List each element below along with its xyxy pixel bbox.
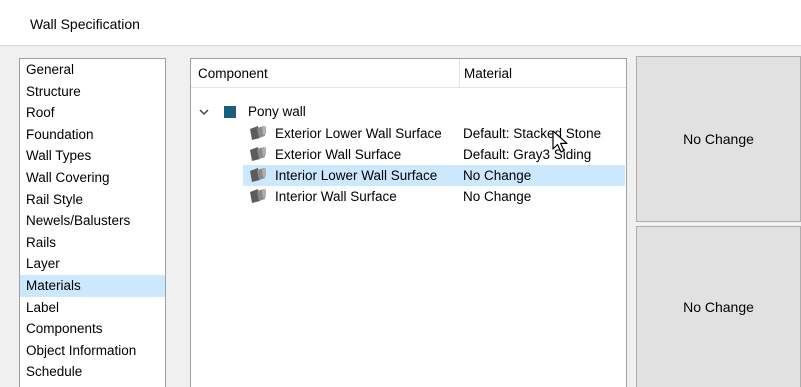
nav-item-object-information[interactable]: Object Information: [20, 340, 165, 362]
nav-item-rail-style[interactable]: Rail Style: [20, 189, 165, 211]
wall-object-icon: [224, 106, 236, 118]
material-swatch-icon: [250, 147, 266, 161]
materials-tree[interactable]: Component Material Pony wall Exterior Lo…: [190, 58, 627, 387]
nav-item-materials[interactable]: Materials: [20, 274, 165, 297]
nav-item-layer[interactable]: Layer: [20, 253, 165, 275]
column-header-component[interactable]: Component: [198, 66, 268, 81]
dialog-title-bar: Wall Specification: [0, 0, 801, 46]
column-header-material[interactable]: Material: [464, 66, 512, 81]
table-row[interactable]: Interior Wall Surface No Change: [191, 186, 626, 207]
chevron-down-icon[interactable]: [198, 106, 210, 118]
tree-root-row[interactable]: Pony wall: [191, 101, 626, 122]
tree-header: Component Material: [191, 59, 626, 88]
column-divider[interactable]: [459, 59, 460, 87]
material-swatch-icon: [250, 168, 266, 182]
material-value: No Change: [463, 168, 532, 183]
material-swatch-icon: [250, 189, 266, 203]
material-value: No Change: [463, 189, 532, 204]
nav-item-rails[interactable]: Rails: [20, 232, 165, 254]
nav-item-general[interactable]: General: [20, 59, 165, 81]
mouse-cursor-icon: [552, 130, 568, 153]
component-name: Interior Lower Wall Surface: [275, 168, 438, 183]
material-value: Default: Stacked Stone: [463, 126, 602, 141]
category-list[interactable]: General Structure Roof Foundation Wall T…: [19, 58, 166, 387]
tree-root-label: Pony wall: [248, 104, 306, 119]
nav-item-label[interactable]: Label: [20, 297, 165, 319]
nav-item-foundation[interactable]: Foundation: [20, 124, 165, 146]
nav-item-schedule[interactable]: Schedule: [20, 361, 165, 383]
nav-item-components[interactable]: Components: [20, 318, 165, 340]
component-name: Exterior Wall Surface: [275, 147, 402, 162]
component-name: Interior Wall Surface: [275, 189, 397, 204]
material-preview-label: No Change: [683, 131, 754, 147]
nav-item-wall-types[interactable]: Wall Types: [20, 145, 165, 167]
component-name: Exterior Lower Wall Surface: [275, 126, 442, 141]
material-preview-button-top[interactable]: No Change: [636, 56, 801, 222]
material-value: Default: Gray3 Siding: [463, 147, 592, 162]
table-row-selected[interactable]: Interior Lower Wall Surface No Change: [243, 165, 625, 186]
material-preview-label: No Change: [683, 299, 754, 315]
dialog-title: Wall Specification: [30, 16, 140, 32]
material-swatch-icon: [250, 126, 266, 140]
material-preview-button-bottom[interactable]: No Change: [636, 226, 801, 387]
nav-item-newels-balusters[interactable]: Newels/Balusters: [20, 210, 165, 232]
nav-item-structure[interactable]: Structure: [20, 81, 165, 103]
dialog-body: General Structure Roof Foundation Wall T…: [0, 46, 801, 387]
nav-item-wall-covering[interactable]: Wall Covering: [20, 167, 165, 189]
nav-item-roof[interactable]: Roof: [20, 102, 165, 124]
